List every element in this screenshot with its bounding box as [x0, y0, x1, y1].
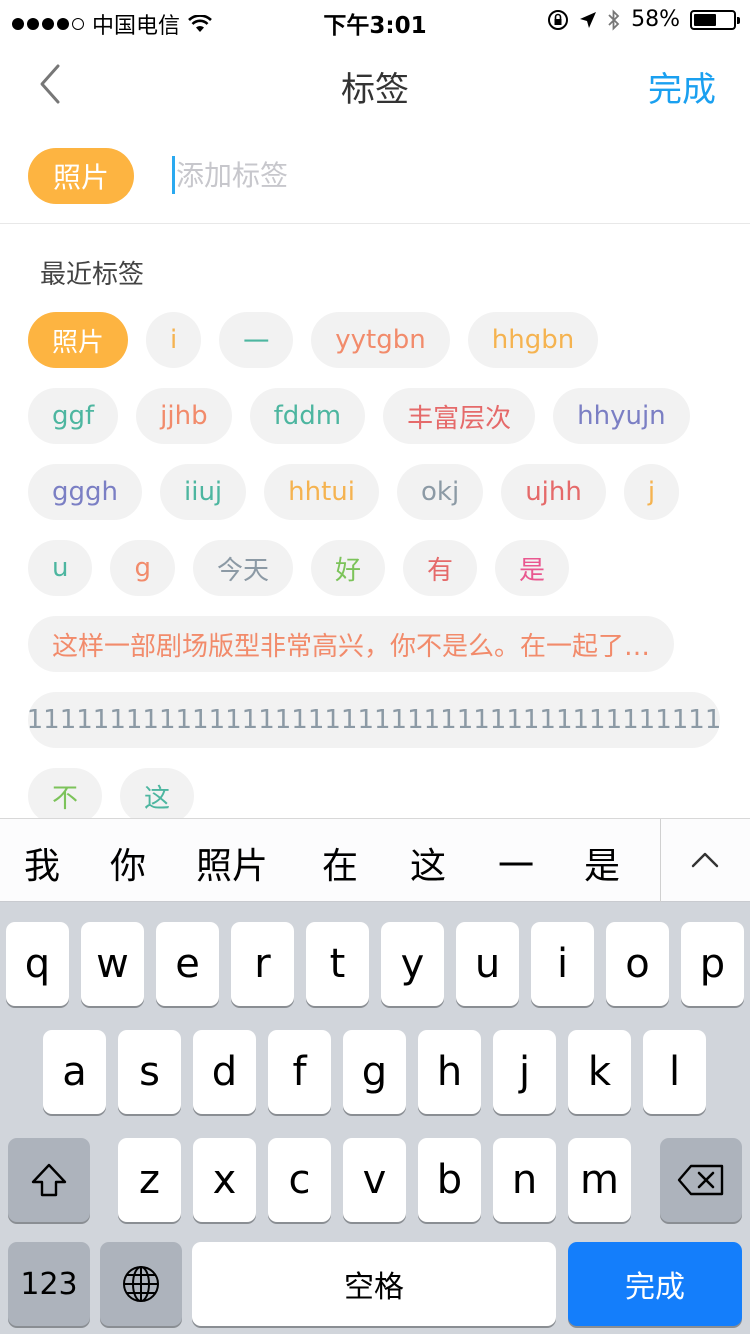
recent-tag-chip[interactable]: fddm [249, 388, 366, 444]
tag-row: gggh iiuj hhtui okj ujhh j [28, 464, 697, 520]
key-m[interactable]: m [568, 1138, 631, 1222]
selected-tag-chip[interactable]: 照片 [28, 148, 134, 204]
tag-row: 1111111111111111111111111111111111111111… [28, 692, 738, 748]
page-title: 标签 [341, 70, 409, 110]
shift-key[interactable] [8, 1138, 90, 1222]
return-done-key[interactable]: 完成 [568, 1242, 742, 1326]
key-x[interactable]: x [193, 1138, 256, 1222]
recent-tag-chip[interactable]: 是 [495, 540, 570, 596]
recent-tag-chip[interactable]: 这样一部剧场版型非常高兴，你不是么。在一起了… [28, 616, 675, 672]
recent-tag-chip[interactable]: 有 [403, 540, 478, 596]
key-d[interactable]: d [193, 1030, 256, 1114]
tag-row: u g 今天好有是 [28, 540, 587, 596]
candidate-word[interactable]: 你 [110, 837, 146, 889]
recent-tag-chip[interactable]: jjhb [136, 388, 232, 444]
recent-tag-chip[interactable]: hhgbn [467, 312, 599, 368]
key-s[interactable]: s [118, 1030, 181, 1114]
key-e[interactable]: e [156, 922, 219, 1006]
globe-key[interactable] [100, 1242, 182, 1326]
key-z[interactable]: z [118, 1138, 181, 1222]
candidate-word[interactable]: 在 [322, 837, 358, 889]
tag-row: 这样一部剧场版型非常高兴，你不是么。在一起了… [28, 616, 692, 672]
recent-tag-chip[interactable]: yytgbn [311, 312, 450, 368]
tag-row: 照片 i 一 yytgbn hhgbn [28, 312, 616, 368]
recent-tag-chip[interactable]: u [28, 540, 93, 596]
tag-row: ggf jjhb fddm 丰富层次 hhyujn [28, 388, 708, 444]
key-j[interactable]: j [493, 1030, 556, 1114]
recent-tag-chip[interactable]: ggf [28, 388, 119, 444]
battery-icon [690, 9, 740, 30]
recent-tags-title: 最近标签 [40, 260, 145, 290]
recent-tag-chip[interactable]: 照片 [28, 312, 129, 368]
key-o[interactable]: o [606, 922, 669, 1006]
key-k[interactable]: k [568, 1030, 631, 1114]
key-g[interactable]: g [343, 1030, 406, 1114]
key-a[interactable]: a [43, 1030, 106, 1114]
recent-tag-chip[interactable]: j [623, 464, 680, 520]
key-u[interactable]: u [456, 922, 519, 1006]
key-r[interactable]: r [231, 922, 294, 1006]
key-f[interactable]: f [268, 1030, 331, 1114]
location-arrow-icon [580, 11, 597, 28]
back-button[interactable] [30, 60, 70, 108]
key-h[interactable]: h [418, 1030, 481, 1114]
chevron-left-icon [40, 64, 60, 104]
battery-level [694, 13, 717, 26]
recent-tag-chip[interactable]: 好 [311, 540, 386, 596]
recent-tag-chip[interactable]: hhtui [264, 464, 380, 520]
recent-tag-chip[interactable]: 这 [120, 768, 195, 824]
globe-icon [123, 1266, 159, 1302]
key-w[interactable]: w [81, 922, 144, 1006]
shift-icon [31, 1163, 67, 1197]
candidate-word[interactable]: 我 [24, 837, 60, 889]
ime-candidate-bar: 我你照片 在这一是 [0, 818, 750, 903]
key-v[interactable]: v [343, 1138, 406, 1222]
key-q[interactable]: q [6, 922, 69, 1006]
key-c[interactable]: c [268, 1138, 331, 1222]
backspace-icon [677, 1164, 724, 1196]
chevron-up-icon[interactable] [690, 845, 720, 875]
recent-tag-chip[interactable]: ujhh [501, 464, 606, 520]
recent-tag-chip[interactable]: iiuj [160, 464, 247, 520]
key-t[interactable]: t [306, 922, 369, 1006]
bluetooth-icon [608, 8, 620, 31]
recent-tag-chip[interactable]: okj [397, 464, 484, 520]
recent-tag-chip[interactable]: hhyujn [553, 388, 690, 444]
nav-bar: 标签 完成 [0, 40, 750, 128]
key-i[interactable]: i [531, 922, 594, 1006]
recent-tag-chip[interactable]: 不 [28, 768, 103, 824]
tag-input-row: 照片 [0, 128, 750, 224]
recent-tag-chip[interactable]: 一 [219, 312, 294, 368]
recent-tag-chip[interactable]: 丰富层次 [383, 388, 536, 444]
candidate-word[interactable]: 是 [584, 837, 620, 889]
key-b[interactable]: b [418, 1138, 481, 1222]
recent-tag-chip[interactable]: 1111111111111111111111111111111111111111… [28, 692, 720, 748]
candidate-word[interactable]: 这 [410, 837, 446, 889]
key-p[interactable]: p [681, 922, 744, 1006]
text-cursor [172, 156, 175, 194]
key-y[interactable]: y [381, 922, 444, 1006]
keyboard: 123 空格 完成 qwertyuiop asdfghjkl zxcvbnm [0, 902, 750, 1334]
backspace-key[interactable] [660, 1138, 742, 1222]
add-tag-input[interactable] [176, 154, 696, 196]
key-l[interactable]: l [643, 1030, 706, 1114]
rotation-lock-icon [548, 9, 569, 30]
recent-tag-chip[interactable]: g [110, 540, 175, 596]
tag-row: 不这 [28, 768, 212, 824]
candidate-word[interactable]: 照片 [196, 837, 268, 889]
status-bar: 中国电信 下午3:01 58% [0, 0, 750, 40]
recent-tag-chip[interactable]: i [146, 312, 202, 368]
key-n[interactable]: n [493, 1138, 556, 1222]
candidate-word[interactable]: 一 [498, 837, 534, 889]
battery-percent: 58% [631, 7, 680, 32]
numbers-key[interactable]: 123 [8, 1242, 90, 1326]
recent-tag-chip[interactable]: 今天 [193, 540, 294, 596]
done-button[interactable]: 完成 [648, 62, 716, 111]
space-key[interactable]: 空格 [192, 1242, 556, 1326]
status-right: 58% [547, 7, 740, 32]
recent-tag-chip[interactable]: gggh [28, 464, 142, 520]
candidate-divider [660, 819, 661, 903]
